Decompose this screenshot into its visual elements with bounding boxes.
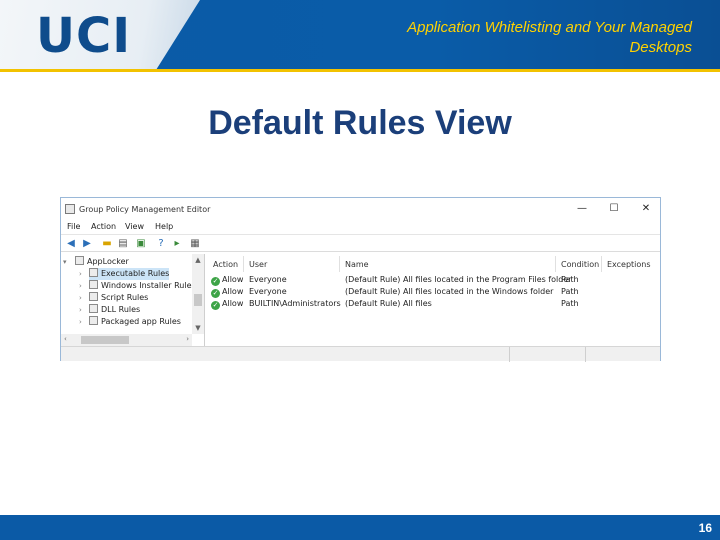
tree-item-script-rules[interactable]: Script Rules (89, 292, 148, 304)
tree-item-windows-installer-rules[interactable]: Windows Installer Rules (89, 280, 196, 292)
header-divider (0, 69, 720, 72)
expand-icon[interactable]: › (79, 282, 82, 290)
action-cell: ✓ Allow (211, 286, 243, 298)
header-title: Application Whitelisting and Your Manage… (407, 19, 692, 56)
chevron-left-icon[interactable]: ‹ (64, 335, 67, 343)
user-cell: BUILTIN\Administrators (249, 299, 341, 308)
rules-icon (89, 268, 98, 277)
column-divider[interactable] (243, 256, 244, 272)
column-header-user[interactable]: User (249, 260, 267, 269)
name-cell: (Default Rule) All files located in the … (345, 275, 572, 284)
rules-icon (89, 280, 98, 289)
help-icon[interactable]: ? (155, 238, 167, 250)
collapse-icon[interactable]: ▾ (63, 256, 67, 268)
action-label: Allow (222, 287, 244, 296)
expand-icon[interactable]: › (79, 270, 82, 278)
back-arrow-icon[interactable]: ◀ (65, 238, 77, 250)
column-divider[interactable] (339, 256, 340, 272)
allow-check-icon: ✓ (211, 301, 220, 310)
properties-icon[interactable]: ▤ (117, 238, 129, 250)
column-divider[interactable] (555, 256, 556, 272)
tree-label: DLL Rules (101, 305, 141, 314)
menu-file[interactable]: File (67, 222, 80, 231)
column-divider[interactable] (601, 256, 602, 272)
page-number: 16 (698, 521, 712, 535)
tree-item-packaged-app-rules[interactable]: Packaged app Rules (89, 316, 181, 328)
tree-label: Windows Installer Rules (101, 281, 196, 290)
tree-label: Packaged app Rules (101, 317, 181, 326)
tree-item-executable-rules[interactable]: Executable Rules (89, 268, 170, 280)
user-cell: Everyone (249, 287, 287, 296)
condition-cell: Path (561, 287, 579, 296)
maximize-button[interactable]: ☐ (607, 202, 621, 216)
rules-icon (89, 292, 98, 301)
status-divider (585, 347, 586, 362)
tree-item-dll-rules[interactable]: DLL Rules (89, 304, 140, 316)
action-label: Allow (222, 299, 244, 308)
tree-label: Executable Rules (101, 269, 170, 278)
footer-band: 16 (0, 515, 720, 540)
column-header-exceptions[interactable]: Exceptions (607, 260, 651, 269)
name-cell: (Default Rule) All files (345, 299, 432, 308)
menu-help[interactable]: Help (155, 222, 173, 231)
title-bar: Group Policy Management Editor — ☐ ✕ (61, 198, 660, 220)
chevron-right-icon[interactable]: › (186, 335, 189, 343)
rules-list: Action User Name Condition Exceptions ✓ A… (207, 254, 661, 346)
status-divider (509, 347, 510, 362)
menu-view[interactable]: View (125, 222, 144, 231)
condition-cell: Path (561, 275, 579, 284)
scroll-thumb[interactable] (194, 294, 202, 306)
action-cell: ✓ Allow (211, 274, 243, 286)
expand-icon[interactable]: › (79, 306, 82, 314)
expand-icon[interactable]: › (79, 318, 82, 326)
folder-icon[interactable]: ▬ (101, 238, 113, 250)
toolbar: ◀ ▶ ▬ ▤ ▣ ? ▸ ▦ (61, 234, 660, 252)
condition-cell: Path (561, 299, 579, 308)
app-icon (65, 204, 75, 214)
rules-icon (89, 304, 98, 313)
tree-label: AppLocker (87, 257, 129, 266)
slide-title: Default Rules View (208, 104, 512, 142)
action-cell: ✓ Allow (211, 298, 243, 310)
tree-pane: ▾ AppLocker Executable Rules Windows Ins… (61, 254, 205, 346)
tree-item-applocker[interactable]: ▾ AppLocker (63, 256, 129, 268)
minimize-button[interactable]: — (575, 202, 589, 216)
name-cell: (Default Rule) All files located in the … (345, 287, 554, 296)
table-row[interactable]: ✓ Allow Everyone (Default Rule) All files… (207, 274, 661, 286)
uci-logo: UCI (36, 8, 132, 64)
table-row[interactable]: ✓ Allow Everyone (Default Rule) All files… (207, 286, 661, 298)
user-cell: Everyone (249, 275, 287, 284)
view-icon[interactable]: ▦ (189, 238, 201, 250)
column-header-condition[interactable]: Condition (561, 260, 599, 269)
export-list-icon[interactable]: ▣ (135, 238, 147, 250)
column-header-name[interactable]: Name (345, 260, 369, 269)
allow-check-icon: ✓ (211, 289, 220, 298)
close-button[interactable]: ✕ (639, 202, 653, 216)
run-icon[interactable]: ▸ (171, 238, 183, 250)
column-header-action[interactable]: Action (213, 260, 238, 269)
rules-icon (89, 316, 98, 325)
chevron-up-icon[interactable]: ▲ (193, 256, 203, 264)
allow-check-icon: ✓ (211, 277, 220, 286)
status-bar (61, 346, 660, 362)
forward-arrow-icon[interactable]: ▶ (81, 238, 93, 250)
menu-action[interactable]: Action (91, 222, 116, 231)
menu-bar: File Action View Help (61, 220, 660, 234)
window-title: Group Policy Management Editor (79, 205, 211, 214)
tree-horizontal-scrollbar[interactable]: ‹ › (61, 334, 192, 346)
applocker-icon (75, 256, 84, 265)
expand-icon[interactable]: › (79, 294, 82, 302)
tree-vertical-scrollbar[interactable]: ▲ ▼ (192, 254, 204, 334)
chevron-down-icon[interactable]: ▼ (193, 324, 203, 332)
gpm-editor-window: Group Policy Management Editor — ☐ ✕ Fil… (60, 197, 661, 362)
action-label: Allow (222, 275, 244, 284)
scroll-thumb[interactable] (81, 336, 129, 344)
tree-label: Script Rules (101, 293, 149, 302)
table-row[interactable]: ✓ Allow BUILTIN\Administrators (Default R… (207, 298, 661, 310)
